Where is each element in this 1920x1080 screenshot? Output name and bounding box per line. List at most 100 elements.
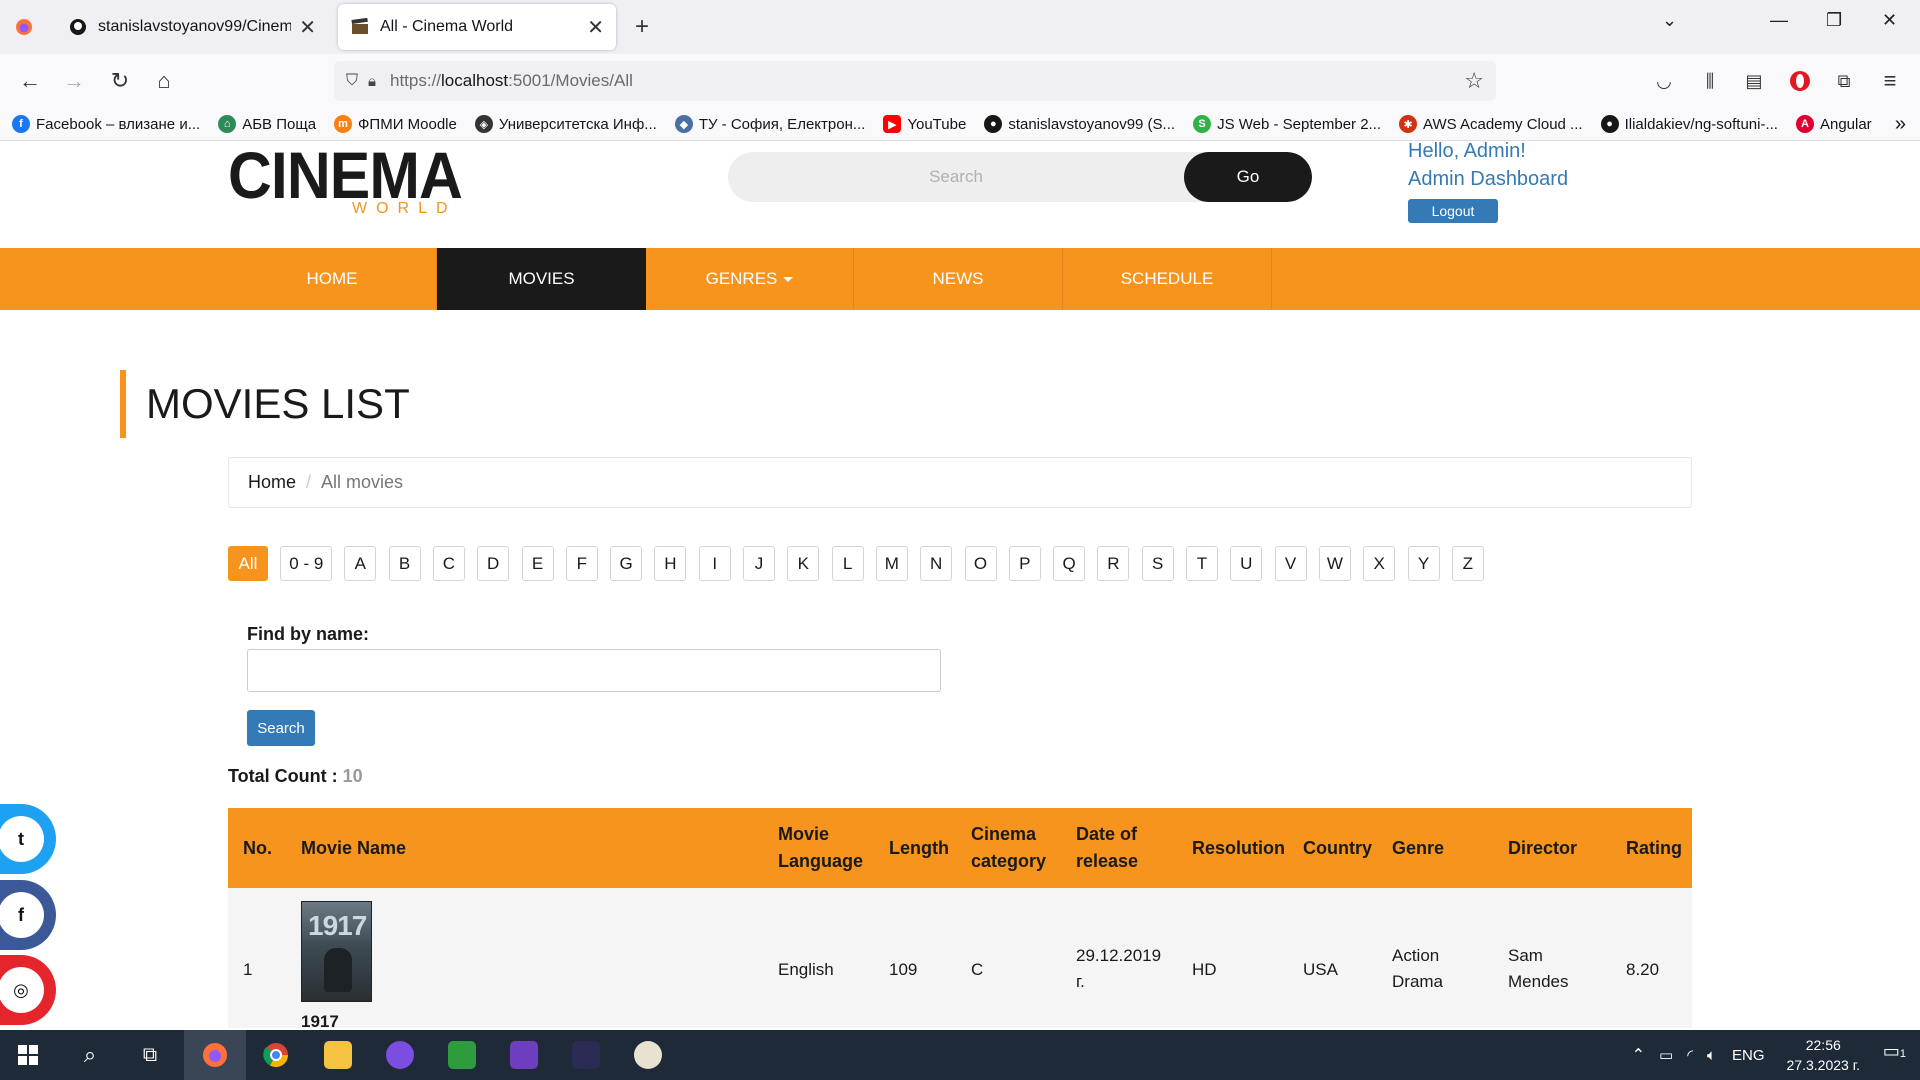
admin-dashboard-link[interactable]: Admin Dashboard bbox=[1408, 168, 1568, 191]
breadcrumb-home-link[interactable]: Home bbox=[248, 472, 296, 493]
taskbar-github-desktop[interactable] bbox=[372, 1030, 428, 1080]
hello-admin-link[interactable]: Hello, Admin! bbox=[1408, 140, 1526, 163]
sidebar-icon[interactable]: ▤ bbox=[1740, 67, 1768, 95]
letter-filter-f[interactable]: F bbox=[565, 546, 598, 581]
letter-filter-t[interactable]: T bbox=[1186, 546, 1218, 581]
letter-filter-0-9[interactable]: 0 - 9 bbox=[280, 546, 333, 581]
find-by-name-input[interactable] bbox=[247, 649, 941, 692]
letter-filter-e[interactable]: E bbox=[521, 546, 554, 581]
bookmark-university[interactable]: ◈ Университетска Инф... bbox=[474, 115, 657, 133]
letter-filter-u[interactable]: U bbox=[1230, 546, 1263, 581]
bookmark-github-profile[interactable]: ● stanislavstoyanov99 (S... bbox=[984, 115, 1175, 133]
close-tab-icon[interactable]: ✕ bbox=[587, 15, 604, 40]
restore-icon[interactable]: ❐ bbox=[1826, 10, 1842, 31]
nav-home[interactable]: HOME bbox=[228, 248, 437, 310]
letter-filter-r[interactable]: R bbox=[1097, 546, 1130, 581]
back-icon[interactable]: ← bbox=[16, 67, 44, 95]
new-tab-button[interactable]: + bbox=[628, 13, 656, 41]
bookmark-star-icon[interactable]: ☆ bbox=[1464, 68, 1484, 94]
taskbar-firefox[interactable] bbox=[184, 1030, 246, 1080]
firefox-menu-icon[interactable] bbox=[10, 13, 38, 41]
th-cinema-category[interactable]: Cinema category bbox=[971, 808, 1046, 888]
taskbar-app[interactable] bbox=[434, 1030, 490, 1080]
bookmark-ng-softuni[interactable]: ● Ilialdakiev/ng-softuni-... bbox=[1600, 115, 1778, 133]
bookmark-youtube[interactable]: ▶ YouTube bbox=[883, 115, 966, 133]
letter-filter-x[interactable]: X bbox=[1363, 546, 1396, 581]
address-bar[interactable]: ⛉ 🔒︎ https://localhost:5001/Movies/All ☆ bbox=[334, 61, 1496, 101]
show-hidden-icons-icon[interactable]: ⌃ bbox=[1632, 1045, 1645, 1065]
home-icon[interactable]: ⌂ bbox=[150, 67, 178, 95]
twitter-button[interactable]: t bbox=[0, 804, 56, 874]
taskbar-file-explorer[interactable] bbox=[310, 1030, 366, 1080]
th-rating[interactable]: Rating bbox=[1626, 808, 1682, 888]
th-resolution[interactable]: Resolution bbox=[1192, 808, 1285, 888]
letter-filter-z[interactable]: Z bbox=[1451, 546, 1484, 581]
letter-filter-w[interactable]: W bbox=[1318, 546, 1351, 581]
bookmark-aws[interactable]: ✱ AWS Academy Cloud ... bbox=[1399, 115, 1583, 133]
library-icon[interactable]: ⫼ bbox=[1696, 67, 1724, 95]
th-movie-name[interactable]: Movie Name bbox=[301, 808, 406, 888]
forward-icon[interactable]: → bbox=[60, 67, 88, 95]
bookmark-js-web[interactable]: S JS Web - September 2... bbox=[1193, 115, 1381, 133]
reload-icon[interactable]: ↻ bbox=[106, 67, 134, 95]
logout-button[interactable]: Logout bbox=[1408, 199, 1498, 223]
bookmark-abv[interactable]: ⌂ АБВ Поща bbox=[218, 115, 316, 133]
movie-poster[interactable]: 1917 bbox=[301, 901, 372, 1002]
letter-filter-a[interactable]: A bbox=[344, 546, 377, 581]
wifi-icon[interactable]: ◜ bbox=[1687, 1046, 1693, 1064]
volume-icon[interactable]: 🔈︎ bbox=[1707, 1047, 1716, 1064]
letter-filter-v[interactable]: V bbox=[1274, 546, 1307, 581]
th-movie-language[interactable]: Movie Language bbox=[778, 808, 863, 888]
th-length[interactable]: Length bbox=[889, 808, 949, 888]
letter-filter-l[interactable]: L bbox=[831, 546, 864, 581]
letter-filter-c[interactable]: C bbox=[432, 546, 465, 581]
tab-cinema-world[interactable]: All - Cinema World ✕ bbox=[338, 4, 616, 50]
taskbar-visual-studio[interactable] bbox=[496, 1030, 552, 1080]
bookmark-facebook[interactable]: f Facebook – влизане и... bbox=[12, 115, 200, 133]
close-tab-icon[interactable]: ✕ bbox=[299, 15, 316, 40]
letter-filter-b[interactable]: B bbox=[388, 546, 421, 581]
letter-filter-q[interactable]: Q bbox=[1053, 546, 1086, 581]
language-indicator[interactable]: ENG bbox=[1732, 1047, 1765, 1064]
letter-filter-h[interactable]: H bbox=[654, 546, 687, 581]
app-menu-icon[interactable]: ≡ bbox=[1876, 67, 1904, 95]
taskbar-terminal[interactable] bbox=[558, 1030, 614, 1080]
nav-schedule[interactable]: SCHEDULE bbox=[1063, 248, 1272, 310]
letter-filter-d[interactable]: D bbox=[477, 546, 510, 581]
nav-news[interactable]: NEWS bbox=[854, 248, 1063, 310]
search-button[interactable]: Search bbox=[247, 710, 315, 746]
th-director[interactable]: Director bbox=[1508, 808, 1577, 888]
th-genre[interactable]: Genre bbox=[1392, 808, 1444, 888]
clock[interactable]: 22:56 27.3.2023 г. bbox=[1787, 1035, 1860, 1075]
letter-filter-o[interactable]: O bbox=[964, 546, 997, 581]
instagram-button[interactable]: ◎ bbox=[0, 955, 56, 1025]
taskbar-chrome[interactable] bbox=[248, 1030, 304, 1080]
start-button[interactable] bbox=[0, 1030, 56, 1080]
search-icon[interactable]: ⌕ bbox=[62, 1030, 118, 1080]
notifications-icon[interactable]: ▭1 bbox=[1883, 1041, 1906, 1062]
taskbar-paint[interactable] bbox=[620, 1030, 676, 1080]
shield-icon[interactable]: ⛉ bbox=[346, 72, 358, 90]
letter-filter-k[interactable]: K bbox=[787, 546, 820, 581]
go-button[interactable]: Go bbox=[1184, 152, 1312, 202]
lock-icon[interactable]: 🔒︎ bbox=[368, 73, 376, 90]
minimize-icon[interactable]: — bbox=[1770, 10, 1788, 31]
battery-icon[interactable]: ▭ bbox=[1659, 1046, 1673, 1064]
letter-filter-s[interactable]: S bbox=[1141, 546, 1174, 581]
letter-filter-p[interactable]: P bbox=[1008, 546, 1041, 581]
facebook-button[interactable]: f bbox=[0, 880, 56, 950]
header-search-input[interactable] bbox=[728, 152, 1184, 202]
list-all-tabs-icon[interactable]: ⌄ bbox=[1662, 10, 1677, 31]
logo-cinema[interactable]: CINEMA bbox=[228, 142, 463, 208]
cell-movie-name[interactable]: 1917 bbox=[301, 1012, 339, 1032]
letter-filter-j[interactable]: J bbox=[743, 546, 775, 581]
nav-genres[interactable]: GENRES bbox=[646, 248, 854, 310]
close-window-icon[interactable]: ✕ bbox=[1882, 10, 1897, 31]
letter-filter-all[interactable]: All bbox=[228, 546, 268, 581]
letter-filter-i[interactable]: I bbox=[698, 546, 731, 581]
bookmark-moodle[interactable]: m ФПМИ Moodle bbox=[334, 115, 457, 133]
letter-filter-y[interactable]: Y bbox=[1407, 546, 1440, 581]
bookmark-angular[interactable]: A Angular bbox=[1795, 115, 1872, 133]
th-date-of-release[interactable]: Date of release bbox=[1076, 808, 1138, 888]
letter-filter-g[interactable]: G bbox=[610, 546, 643, 581]
